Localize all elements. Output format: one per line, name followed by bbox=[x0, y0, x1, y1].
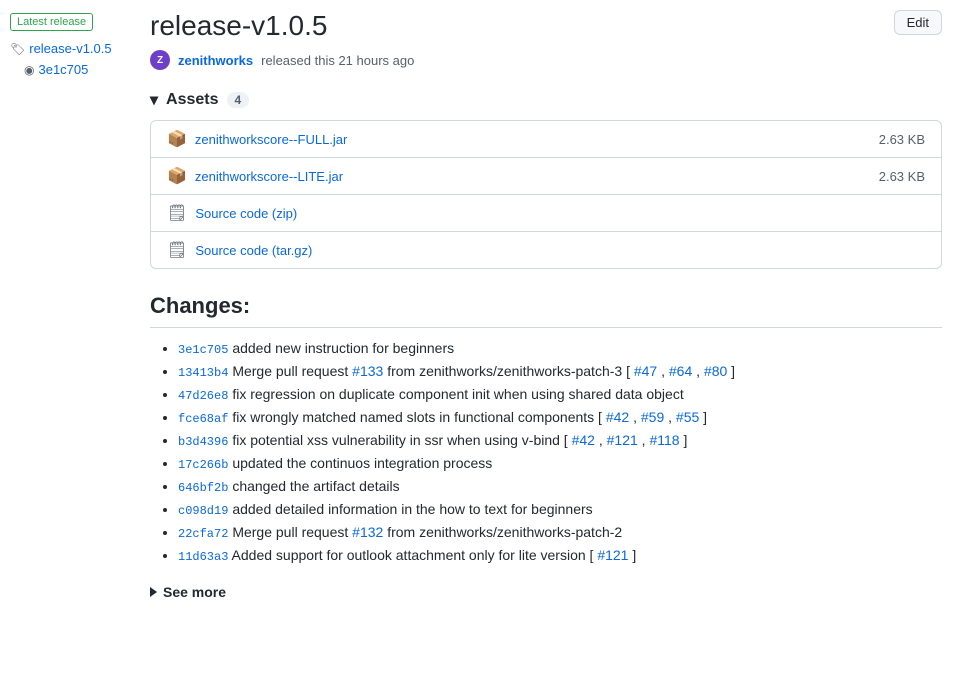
commit-text: Merge pull request bbox=[232, 524, 352, 540]
commit-text: fix regression on duplicate component in… bbox=[232, 386, 683, 402]
comma: , bbox=[633, 409, 641, 425]
commit-text: fix wrongly matched named slots in funct… bbox=[232, 409, 606, 425]
list-item: b3d4396 fix potential xss vulnerability … bbox=[178, 432, 942, 449]
targz-icon: 🗒 bbox=[167, 240, 187, 260]
changes-list: 3e1c705 added new instruction for beginn… bbox=[150, 340, 942, 564]
author-link[interactable]: zenithworks bbox=[178, 53, 253, 68]
source-zip-item: 🗒 Source code (zip) bbox=[151, 195, 941, 232]
commit-hash-link[interactable]: 47d26e8 bbox=[178, 389, 228, 403]
asset-left: 📦 zenithworkscore--FULL.jar bbox=[167, 129, 347, 149]
commit-hash-link[interactable]: b3d4396 bbox=[178, 435, 228, 449]
commit-text: from zenithworks/zenithworks-patch-2 bbox=[387, 524, 622, 540]
source-zip-link[interactable]: Source code (zip) bbox=[195, 206, 297, 221]
issue-link[interactable]: #64 bbox=[669, 363, 692, 379]
asset-left: 📦 zenithworkscore--LITE.jar bbox=[167, 166, 343, 186]
asset-full-jar-size: 2.63 KB bbox=[879, 132, 925, 147]
commit-hash-link[interactable]: 17c266b bbox=[178, 458, 228, 472]
commit-text: from zenithworks/zenithworks-patch-3 [ bbox=[387, 363, 634, 379]
sidebar-tag[interactable]: 🏷 release-v1.0.5 bbox=[10, 41, 120, 56]
avatar: Z bbox=[150, 50, 170, 70]
asset-lite-jar-size: 2.63 KB bbox=[879, 169, 925, 184]
edit-button[interactable]: Edit bbox=[894, 10, 942, 35]
source-targz-link[interactable]: Source code (tar.gz) bbox=[195, 243, 312, 258]
list-item: 22cfa72 Merge pull request #132 from zen… bbox=[178, 524, 942, 541]
commit-text: fix potential xss vulnerability in ssr w… bbox=[232, 432, 571, 448]
issue-link[interactable]: #42 bbox=[572, 432, 595, 448]
comma: , bbox=[661, 363, 669, 379]
sidebar-tag-label: release-v1.0.5 bbox=[29, 41, 111, 56]
commit-text: updated the continuos integration proces… bbox=[232, 455, 492, 471]
comma: , bbox=[599, 432, 607, 448]
issue-link[interactable]: #80 bbox=[704, 363, 727, 379]
list-item: 47d26e8 fix regression on duplicate comp… bbox=[178, 386, 942, 403]
issue-link[interactable]: #42 bbox=[606, 409, 629, 425]
commit-hash-link[interactable]: fce68af bbox=[178, 412, 228, 426]
bracket: ] bbox=[632, 547, 636, 563]
issue-link[interactable]: #59 bbox=[641, 409, 664, 425]
commit-hash-link[interactable]: 646bf2b bbox=[178, 481, 228, 495]
list-item: c098d19 added detailed information in th… bbox=[178, 501, 942, 518]
source-targz-item: 🗒 Source code (tar.gz) bbox=[151, 232, 941, 268]
issue-link[interactable]: #121 bbox=[607, 432, 638, 448]
commit-hash-link[interactable]: 11d63a3 bbox=[178, 550, 228, 564]
sidebar-commit-label: 3e1c705 bbox=[38, 62, 88, 77]
asset-lite-jar-link[interactable]: zenithworkscore--LITE.jar bbox=[195, 169, 343, 184]
list-item: 13413b4 Merge pull request #133 from zen… bbox=[178, 363, 942, 380]
release-meta: Z zenithworks released this 21 hours ago bbox=[150, 50, 942, 70]
issue-link[interactable]: #47 bbox=[634, 363, 657, 379]
commit-hash-link[interactable]: c098d19 bbox=[178, 504, 228, 518]
commit-text: added new instruction for beginners bbox=[232, 340, 454, 356]
comma: , bbox=[696, 363, 704, 379]
bracket: ] bbox=[703, 409, 707, 425]
asset-item: 📦 zenithworkscore--LITE.jar 2.63 KB bbox=[151, 158, 941, 195]
jar-icon: 📦 bbox=[167, 129, 187, 149]
commit-hash-link[interactable]: 3e1c705 bbox=[178, 343, 228, 357]
issue-link[interactable]: #55 bbox=[676, 409, 699, 425]
pr-link[interactable]: #132 bbox=[352, 524, 383, 540]
tag-icon: 🏷 bbox=[10, 42, 25, 56]
sidebar-commit[interactable]: ◉ 3e1c705 bbox=[10, 62, 120, 77]
commit-text: Merge pull request bbox=[232, 363, 352, 379]
jar-icon: 📦 bbox=[167, 166, 187, 186]
latest-release-badge: Latest release bbox=[10, 13, 93, 31]
assets-count: 4 bbox=[227, 92, 250, 108]
zip-icon: 🗒 bbox=[167, 203, 187, 223]
commit-text: added detailed information in the how to… bbox=[232, 501, 592, 517]
list-item: fce68af fix wrongly matched named slots … bbox=[178, 409, 942, 426]
commit-icon: ◉ bbox=[24, 63, 34, 77]
issue-link[interactable]: #121 bbox=[597, 547, 628, 563]
assets-list: 📦 zenithworkscore--FULL.jar 2.63 KB 📦 ze… bbox=[150, 120, 942, 269]
list-item: 11d63a3 Added support for outlook attach… bbox=[178, 547, 942, 564]
triangle-right-icon bbox=[150, 587, 157, 597]
commit-text: Added support for outlook attachment onl… bbox=[232, 547, 598, 563]
list-item: 17c266b updated the continuos integratio… bbox=[178, 455, 942, 472]
release-title: release-v1.0.5 bbox=[150, 10, 327, 42]
bracket: ] bbox=[731, 363, 735, 379]
see-more[interactable]: See more bbox=[150, 584, 942, 600]
released-text: released this 21 hours ago bbox=[261, 53, 414, 68]
changes-section: Changes: 3e1c705 added new instruction f… bbox=[150, 293, 942, 564]
main-content: release-v1.0.5 Edit Z zenithworks releas… bbox=[130, 0, 962, 620]
asset-full-jar-link[interactable]: zenithworkscore--FULL.jar bbox=[195, 132, 347, 147]
commit-hash-link[interactable]: 22cfa72 bbox=[178, 527, 228, 541]
see-more-label: See more bbox=[163, 584, 226, 600]
pr-link[interactable]: #133 bbox=[352, 363, 383, 379]
bracket: ] bbox=[683, 432, 687, 448]
assets-title: Assets bbox=[166, 91, 218, 109]
list-item: 3e1c705 added new instruction for beginn… bbox=[178, 340, 942, 357]
chevron-down-icon: ▾ bbox=[150, 90, 158, 110]
assets-section: ▾ Assets 4 📦 zenithworkscore--FULL.jar 2… bbox=[150, 90, 942, 269]
release-header: release-v1.0.5 Edit bbox=[150, 10, 942, 42]
list-item: 646bf2b changed the artifact details bbox=[178, 478, 942, 495]
assets-header[interactable]: ▾ Assets 4 bbox=[150, 90, 942, 110]
asset-item: 📦 zenithworkscore--FULL.jar 2.63 KB bbox=[151, 121, 941, 158]
changes-title: Changes: bbox=[150, 293, 942, 328]
commit-hash-link[interactable]: 13413b4 bbox=[178, 366, 228, 380]
commit-text: changed the artifact details bbox=[232, 478, 399, 494]
issue-link[interactable]: #118 bbox=[649, 432, 679, 448]
comma: , bbox=[668, 409, 676, 425]
sidebar: Latest release 🏷 release-v1.0.5 ◉ 3e1c70… bbox=[0, 0, 130, 620]
